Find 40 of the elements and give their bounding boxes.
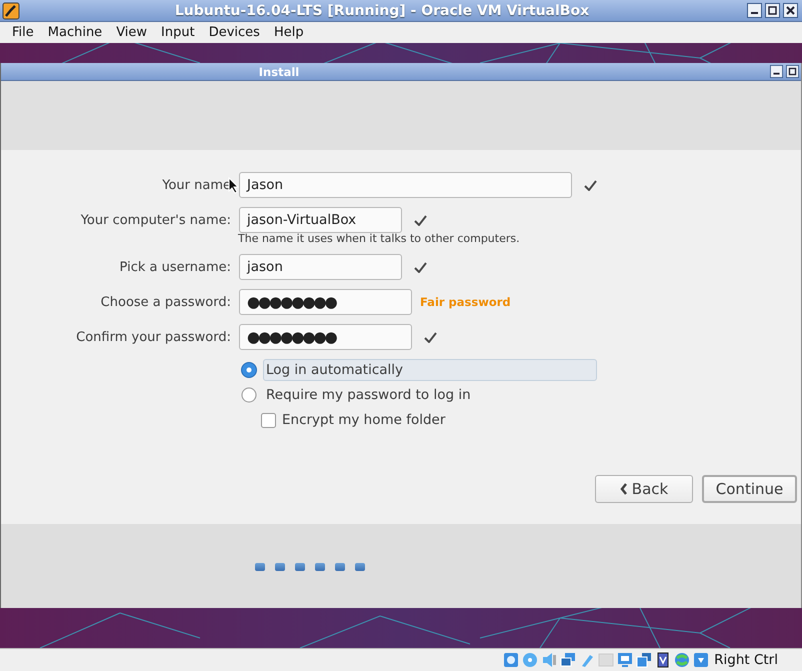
checkbox-label[interactable]: Encrypt my home folder bbox=[282, 412, 446, 428]
field-label: Pick a username: bbox=[118, 260, 231, 274]
maximize-button[interactable] bbox=[786, 65, 799, 78]
continue-button[interactable]: Continue bbox=[702, 475, 797, 503]
field-label: Your computer's name: bbox=[80, 212, 231, 228]
checkbox[interactable] bbox=[261, 412, 276, 428]
radio-button[interactable] bbox=[241, 386, 257, 402]
password-field[interactable]: ●●●●●●●● bbox=[239, 289, 412, 315]
app-icon[interactable] bbox=[2, 2, 20, 20]
window-title: Lubuntu-16.04-LTS [Running] - Oracle VM VirtualBox bbox=[174, 2, 590, 18]
password-field[interactable]: ●●●●●●●● bbox=[239, 324, 412, 350]
menu-item[interactable]: Devices bbox=[202, 25, 267, 40]
radio-button[interactable] bbox=[241, 362, 257, 378]
host-key-label: Right Ctrl bbox=[714, 652, 778, 668]
menu-item[interactable]: Input bbox=[154, 25, 202, 40]
input-field[interactable]: jason-VirtualBox bbox=[239, 207, 402, 233]
hint-text: The name it uses when it talks to other computers. bbox=[238, 232, 520, 245]
close-button[interactable] bbox=[783, 3, 798, 18]
menu-item[interactable]: View bbox=[109, 25, 154, 40]
input-field[interactable]: Jason bbox=[239, 172, 572, 198]
back-button[interactable]: Back bbox=[595, 475, 693, 503]
input-field[interactable]: jason bbox=[239, 254, 402, 280]
minimize-button[interactable] bbox=[770, 65, 783, 78]
password-strength: Fair password bbox=[420, 295, 511, 309]
chevron-left-icon bbox=[620, 483, 628, 495]
minimize-button[interactable] bbox=[747, 3, 762, 18]
field-label: Confirm your password: bbox=[75, 330, 231, 344]
mouse-pointer-icon bbox=[228, 177, 239, 194]
menu-item[interactable]: File bbox=[5, 25, 41, 40]
menu-item[interactable]: Machine bbox=[40, 25, 110, 40]
menu-item[interactable]: Help bbox=[266, 25, 311, 40]
display-icon[interactable] bbox=[617, 652, 634, 668]
option-label[interactable]: Log in automatically bbox=[263, 358, 597, 380]
maximize-button[interactable] bbox=[765, 3, 780, 18]
field-label: Choose a password: bbox=[100, 294, 231, 310]
dialog-title: Install bbox=[258, 64, 300, 78]
network-icon[interactable] bbox=[560, 652, 576, 668]
option-label[interactable]: Require my password to log in bbox=[263, 384, 597, 406]
chip-icon[interactable] bbox=[655, 652, 672, 668]
windows-icon[interactable] bbox=[636, 652, 652, 668]
